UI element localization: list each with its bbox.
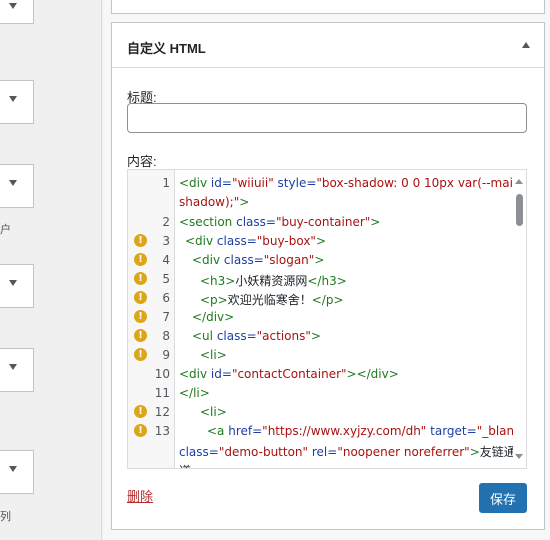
clipped-label: 列	[0, 511, 11, 523]
code-text: <p>欢迎光临寒舍！</p>	[200, 293, 344, 307]
code-text: </li>	[179, 386, 210, 400]
line-number: 13	[154, 424, 170, 438]
code-text: <div id="contactContainer"></div>	[179, 367, 399, 381]
code-text: <h3>小妖精资源网</h3>	[200, 274, 347, 288]
warning-icon[interactable]: !	[134, 424, 147, 437]
chevron-down-icon[interactable]	[9, 466, 17, 472]
line-number: 7	[162, 310, 170, 324]
warning-icon[interactable]: !	[134, 348, 147, 361]
line-number: 5	[162, 272, 170, 286]
collapsed-widget[interactable]	[0, 450, 34, 494]
code-line: ! 12 <li>	[128, 402, 526, 421]
collapsed-widget[interactable]	[0, 0, 34, 24]
line-number: 11	[154, 386, 170, 400]
line-number: 1	[162, 176, 170, 190]
line-number: 12	[154, 405, 170, 419]
code-text: <li>	[200, 405, 227, 419]
chevron-up-icon	[522, 42, 530, 48]
code-line: ! 9 <li>	[128, 345, 526, 364]
clipped-label: 户	[0, 224, 11, 236]
scroll-thumb[interactable]	[516, 194, 523, 226]
scroll-down-icon[interactable]	[515, 454, 523, 459]
code-text: <section class="buy-container">	[179, 215, 381, 229]
code-line: ! 13 <a href="https://www.xyjzy.com/dh" …	[128, 421, 527, 440]
code-wrap: class="demo-button" rel="noopener norefe…	[179, 445, 516, 459]
code-line: 10 <div id="contactContainer"></div>	[128, 364, 526, 383]
code-line: ! 5 <h3>小妖精资源网</h3>	[128, 269, 526, 288]
column-divider	[101, 0, 102, 540]
widget-title: 自定义 HTML	[127, 41, 206, 56]
collapse-button[interactable]	[516, 35, 536, 55]
code-text: <div class="buy-box">	[185, 234, 327, 248]
right-widget-column: 自定义 HTML 标题: 内容: 1 <div id="wiiuii" styl…	[103, 0, 550, 540]
collapsed-widget[interactable]	[0, 164, 34, 208]
chevron-down-icon[interactable]	[9, 180, 17, 186]
save-button[interactable]: 保存	[479, 483, 527, 513]
editor-scrollbar[interactable]	[513, 170, 526, 468]
warning-icon[interactable]: !	[134, 291, 147, 304]
code-line: ! 6 <p>欢迎光临寒舍！</p>	[128, 288, 526, 307]
code-wrap: shadow);">	[179, 195, 250, 209]
warning-icon[interactable]: !	[134, 310, 147, 323]
scroll-up-icon[interactable]	[515, 179, 523, 184]
previous-widget-edge	[111, 0, 545, 14]
code-line: ! 4 <div class="slogan">	[128, 250, 526, 269]
chevron-down-icon[interactable]	[9, 364, 17, 370]
content-label: 内容:	[127, 154, 157, 169]
code-text: </div>	[192, 310, 235, 324]
line-number: 10	[154, 367, 170, 381]
warning-icon[interactable]: !	[134, 234, 147, 247]
line-number: 9	[162, 348, 170, 362]
code-text: <li>	[200, 348, 227, 362]
warning-icon[interactable]: !	[134, 272, 147, 285]
line-number: 2	[162, 215, 170, 229]
warning-icon[interactable]: !	[134, 329, 147, 342]
code-wrap: 道	[179, 462, 191, 468]
line-number: 3	[162, 234, 170, 248]
collapsed-widget[interactable]	[0, 264, 34, 308]
code-line: ! 8 <ul class="actions">	[128, 326, 526, 345]
code-text: <ul class="actions">	[192, 329, 321, 343]
line-number: 4	[162, 253, 170, 267]
warning-icon[interactable]: !	[134, 253, 147, 266]
delete-link[interactable]: 删除	[127, 486, 153, 505]
code-line: 1 <div id="wiiuii" style="box-shadow: 0 …	[128, 173, 526, 192]
code-line: 2 <section class="buy-container">	[128, 212, 526, 231]
widget-header[interactable]: 自定义 HTML	[112, 23, 544, 68]
warning-icon[interactable]: !	[134, 405, 147, 418]
left-widget-column: 户 列	[0, 0, 100, 540]
code-editor[interactable]: 1 <div id="wiiuii" style="box-shadow: 0 …	[127, 169, 527, 469]
title-input[interactable]	[127, 103, 527, 133]
chevron-down-icon[interactable]	[9, 280, 17, 286]
collapsed-widget[interactable]	[0, 348, 34, 392]
line-number: 8	[162, 329, 170, 343]
chevron-down-icon[interactable]	[9, 96, 17, 102]
code-text: <div id="wiiuii" style="box-shadow: 0 0 …	[179, 176, 525, 190]
custom-html-widget: 自定义 HTML 标题: 内容: 1 <div id="wiiuii" styl…	[111, 22, 545, 530]
code-line: ! 3 <div class="buy-box">	[128, 231, 526, 250]
code-line: 11 </li>	[128, 383, 526, 402]
code-line: ! 7 </div>	[128, 307, 526, 326]
line-number: 6	[162, 291, 170, 305]
code-text: <a href="https://www.xyjzy.com/dh" targe…	[207, 424, 527, 438]
chevron-down-icon[interactable]	[9, 3, 17, 9]
code-text: <div class="slogan">	[192, 253, 325, 267]
collapsed-widget[interactable]	[0, 80, 34, 124]
